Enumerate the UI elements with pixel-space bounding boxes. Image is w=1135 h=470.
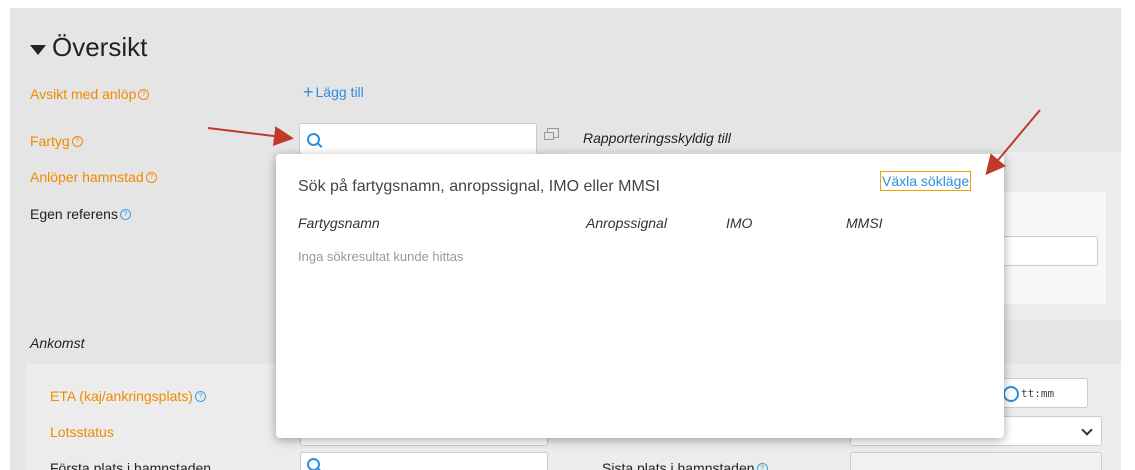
app-root: Översikt Avsikt med anlöp ? + Lägg till … <box>0 0 1135 470</box>
arrow-to-search <box>207 126 294 146</box>
arrow-to-toggle <box>985 109 1041 176</box>
annotation-arrows <box>207 109 1041 176</box>
